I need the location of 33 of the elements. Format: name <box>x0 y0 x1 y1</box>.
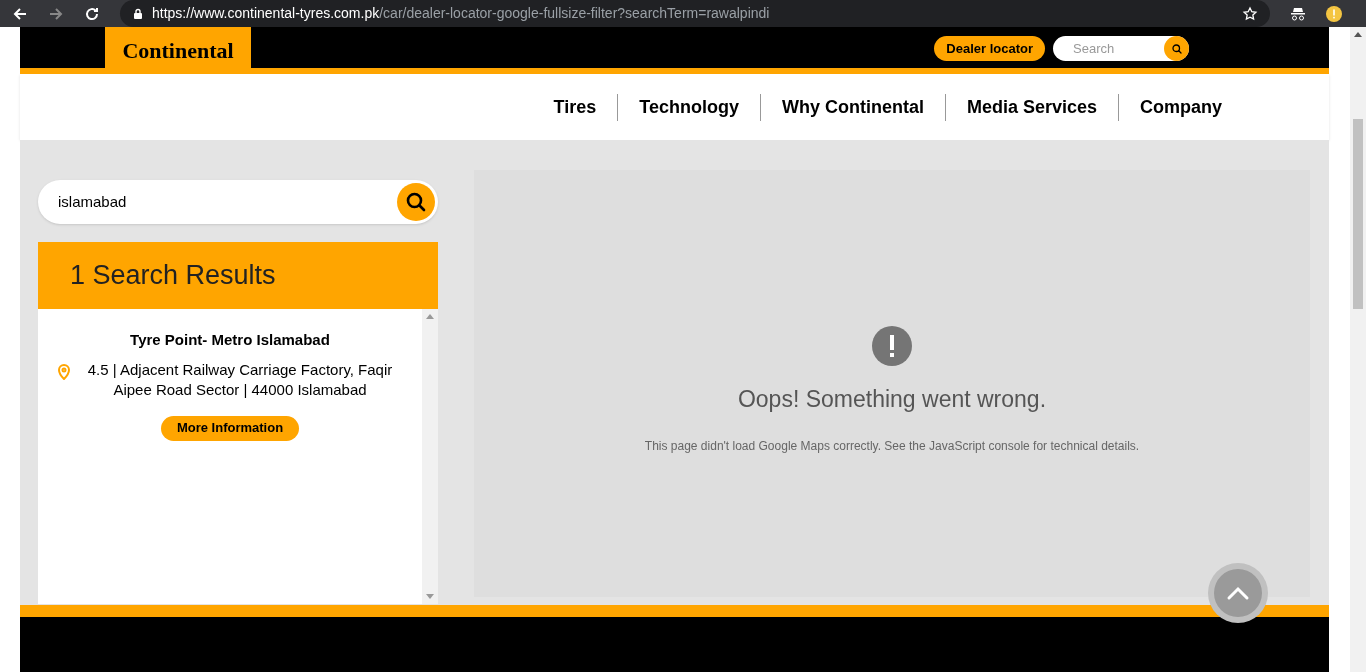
reload-icon[interactable] <box>84 5 100 22</box>
lock-icon <box>132 7 144 20</box>
error-icon <box>872 326 912 366</box>
chevron-up-icon <box>1226 585 1250 601</box>
dealer-locator-button[interactable]: Dealer locator <box>934 36 1045 61</box>
scroll-up-icon[interactable] <box>1354 31 1362 39</box>
dealer-address: 4.5 | Adjacent Railway Carriage Factory, Faqir Aipee Road Sector | 44000 Islamabad <box>86 359 394 400</box>
location-input[interactable]: islamabad <box>58 190 397 214</box>
results-title: 1 Search Results <box>70 259 276 293</box>
page-scrollbar[interactable] <box>1350 27 1366 672</box>
nav-link[interactable]: Tires <box>532 93 618 121</box>
search-icon[interactable] <box>1164 36 1189 61</box>
error-title: Oops! Something went wrong. <box>737 385 1047 414</box>
address-bar[interactable]: https://www.continental-tyres.com.pk/car/dealer-locator-google-fullsize-filter?searchTerm=rawalpindi <box>120 0 1270 27</box>
more-information-button[interactable]: More Information <box>160 415 300 441</box>
star-icon[interactable] <box>1242 5 1258 22</box>
nav-link[interactable]: Technology <box>617 93 760 121</box>
scrollbar-thumb[interactable] <box>1353 119 1363 309</box>
nav-link[interactable]: Why Continental <box>759 93 945 121</box>
url-text: https://www.continental-tyres.com.pk/car/dealer-locator-google-fullsize-filter?searchTerm=rawalpindi <box>152 4 770 23</box>
profile-icon[interactable] <box>1326 5 1342 22</box>
dealer-name: Tyre Point- Metro Islamabad <box>130 330 330 350</box>
nav-link[interactable]: Company <box>1118 93 1243 121</box>
incognito-icon[interactable] <box>1290 5 1306 22</box>
error-message: This page didn't load Google Maps correctly. See the JavaScript console for technical details. <box>644 437 1140 455</box>
search-input[interactable]: Search <box>1073 38 1163 59</box>
location-pin-icon <box>58 363 70 380</box>
back-icon[interactable] <box>12 5 28 22</box>
header-search-field[interactable]: Search <box>1053 36 1189 61</box>
forward-icon[interactable] <box>48 5 64 22</box>
nav-link[interactable]: Media Services <box>944 93 1118 121</box>
location-search-field[interactable]: islamabad <box>38 180 438 224</box>
search-icon[interactable] <box>397 183 435 221</box>
